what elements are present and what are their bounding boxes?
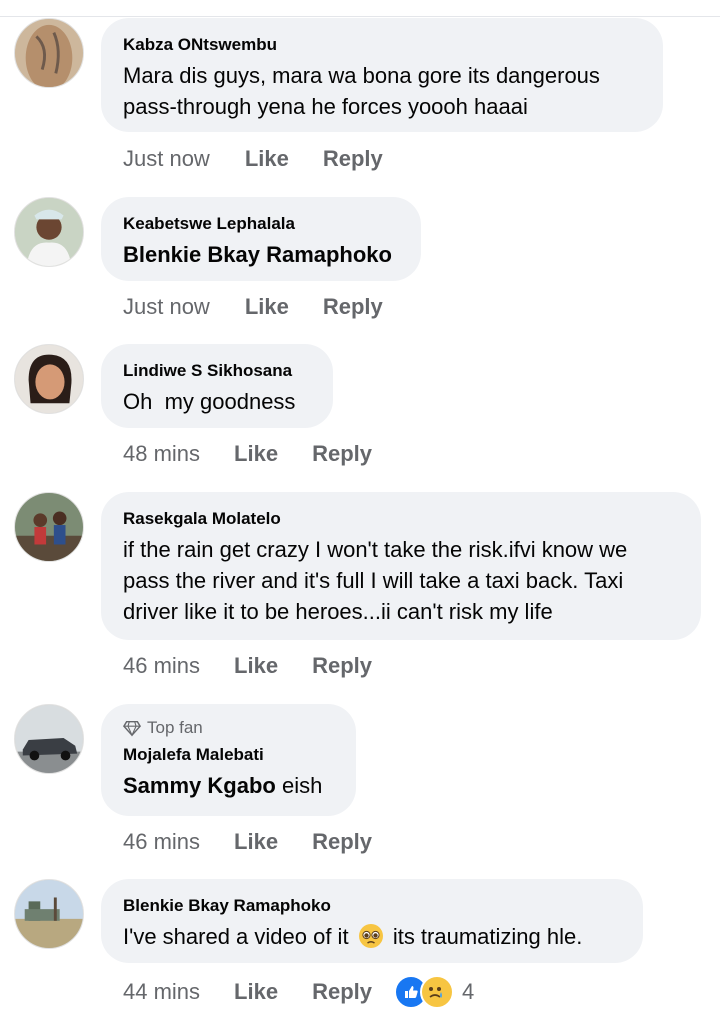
comment-timestamp[interactable]: Just now (123, 146, 210, 172)
comment-text: Blenkie Bkay Ramaphoko (123, 239, 399, 270)
like-button[interactable]: Like (234, 829, 278, 855)
sad-reaction-icon (420, 975, 454, 1009)
comment-text: Mara dis guys, mara wa bona gore its dan… (123, 63, 600, 119)
comment-actions: Just now Like Reply (123, 146, 383, 172)
comment-text-part-2: its traumatizing hle. (392, 924, 583, 949)
comment-bubble: Keabetswe Lephalala Blenkie Bkay Ramapho… (101, 197, 421, 281)
pleading-face-emoji (358, 924, 383, 948)
like-button[interactable]: Like (245, 146, 289, 172)
comment-bubble: Top fan Mojalefa Malebati Sammy Kgabo ei… (101, 704, 356, 816)
avatar-image (15, 493, 83, 561)
comment-author[interactable]: Kabza ONtswembu (123, 34, 641, 56)
comment-actions: 44 mins Like Reply 4 (123, 975, 474, 1009)
top-fan-label: Top fan (147, 718, 203, 737)
reply-button[interactable]: Reply (312, 441, 372, 467)
comment-author[interactable]: Mojalefa Malebati (123, 744, 334, 766)
reaction-count: 4 (462, 979, 475, 1004)
avatar-image (15, 19, 83, 87)
avatar[interactable] (14, 492, 84, 562)
like-button[interactable]: Like (234, 653, 278, 679)
comment-timestamp[interactable]: 48 mins (123, 441, 200, 467)
avatar[interactable] (14, 18, 84, 88)
reply-button[interactable]: Reply (323, 294, 383, 320)
reply-button[interactable]: Reply (312, 829, 372, 855)
comment-timestamp[interactable]: Just now (123, 294, 210, 320)
comment-timestamp[interactable]: 44 mins (123, 979, 200, 1005)
comment-actions: 46 mins Like Reply (123, 829, 372, 855)
avatar[interactable] (14, 197, 84, 267)
comment-text: I've shared a video of it its traumatizi… (123, 921, 621, 952)
comment-author[interactable]: Keabetswe Lephalala (123, 213, 399, 235)
avatar[interactable] (14, 704, 84, 774)
mention-link[interactable]: Blenkie Bkay Ramaphoko (123, 242, 392, 267)
comment-bubble: Blenkie Bkay Ramaphoko I've shared a vid… (101, 879, 643, 963)
comment-text: if the rain get crazy I won't take the r… (123, 537, 628, 624)
comment-timestamp[interactable]: 46 mins (123, 829, 200, 855)
comment-text: Oh my goodness (123, 389, 296, 414)
avatar-image (15, 198, 83, 266)
comment-bubble: Lindiwe S Sikhosana Oh my goodness (101, 344, 333, 428)
comment-author[interactable]: Blenkie Bkay Ramaphoko (123, 895, 621, 917)
comment-bubble: Kabza ONtswembu Mara dis guys, mara wa b… (101, 18, 663, 132)
comment-actions: Just now Like Reply (123, 294, 383, 320)
top-fan-badge: Top fan (123, 718, 334, 738)
reaction-summary[interactable]: 4 (394, 975, 474, 1009)
comment-text: Sammy Kgabo eish (123, 770, 334, 801)
comment-bubble: Rasekgala Molatelo if the rain get crazy… (101, 492, 701, 640)
top-divider (0, 16, 720, 17)
reply-button[interactable]: Reply (312, 979, 372, 1005)
avatar[interactable] (14, 344, 84, 414)
comment-text-part-1: I've shared a video of it (123, 924, 349, 949)
mention-link[interactable]: Sammy Kgabo (123, 773, 276, 798)
avatar[interactable] (14, 879, 84, 949)
comment-text-tail: eish (281, 773, 323, 798)
comment-timestamp[interactable]: 46 mins (123, 653, 200, 679)
like-button[interactable]: Like (245, 294, 289, 320)
comment-author[interactable]: Rasekgala Molatelo (123, 508, 679, 530)
reply-button[interactable]: Reply (312, 653, 372, 679)
like-button[interactable]: Like (234, 441, 278, 467)
reply-button[interactable]: Reply (323, 146, 383, 172)
top-fan-diamond-icon (123, 720, 141, 737)
avatar-image (15, 705, 83, 773)
comment-actions: 48 mins Like Reply (123, 441, 372, 467)
comment-actions: 46 mins Like Reply (123, 653, 372, 679)
avatar-image (15, 345, 83, 413)
avatar-image (15, 880, 83, 948)
comment-author[interactable]: Lindiwe S Sikhosana (123, 360, 311, 382)
like-button[interactable]: Like (234, 979, 278, 1005)
